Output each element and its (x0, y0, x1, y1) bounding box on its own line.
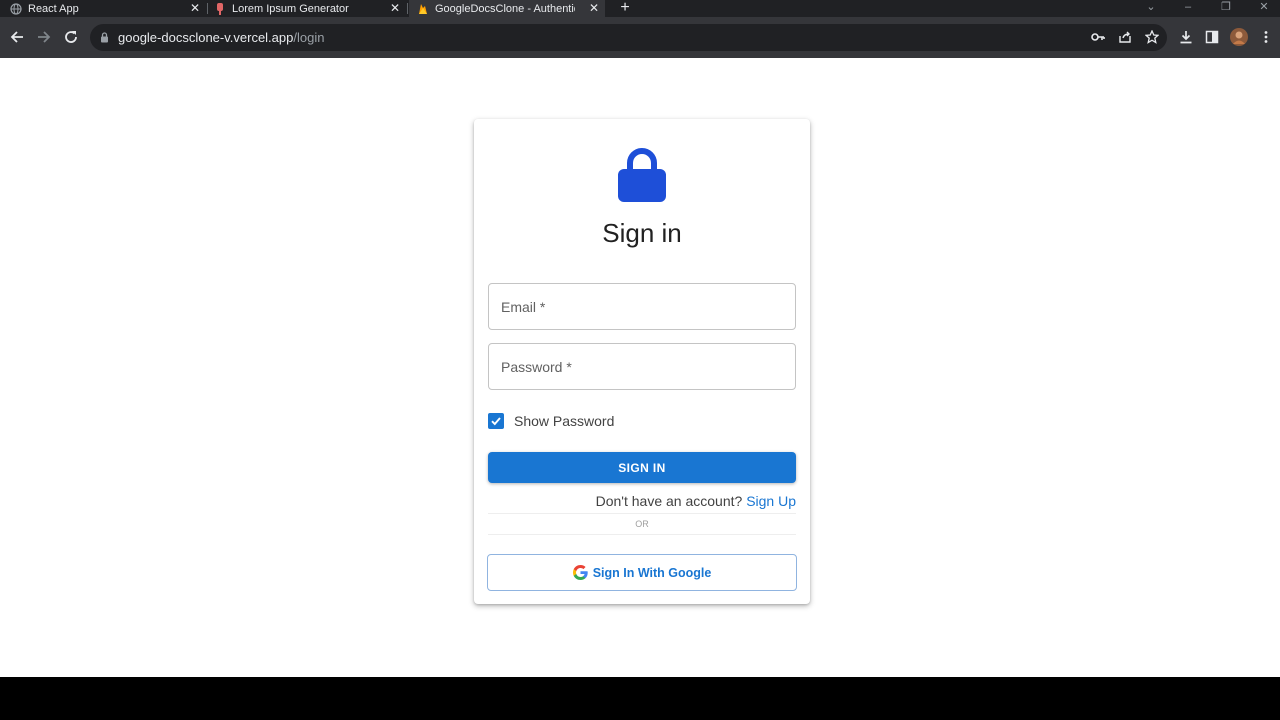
checkmark-icon (491, 417, 501, 426)
lock-icon (101, 32, 108, 43)
browser-tab-strip: React App ✕ Lorem Ipsum Generator ✕ Goog… (0, 0, 1280, 17)
password-input[interactable] (489, 344, 795, 389)
google-sign-in-label: Sign In With Google (592, 565, 712, 580)
show-password-row: Show Password (488, 413, 614, 429)
tab-title: GoogleDocsClone - Authenticati (435, 2, 575, 15)
divider-top (488, 513, 796, 514)
tab-title: Lorem Ipsum Generator (232, 2, 349, 15)
sign-up-prompt: Don't have an account? Sign Up (596, 493, 796, 509)
url-path: /login (293, 30, 325, 45)
page-viewport: Sign in Show Password SIGN IN Don't have… (0, 58, 1280, 677)
sign-in-button[interactable]: SIGN IN (488, 452, 796, 483)
browser-menu-icon[interactable] (1257, 28, 1275, 46)
page-title: Sign in (602, 218, 682, 248)
side-panel-icon[interactable] (1203, 28, 1221, 46)
address-bar[interactable]: google-docsclone-v.vercel.app/login (90, 24, 1167, 51)
restore-icon[interactable]: ❐ (1214, 0, 1238, 17)
sign-up-link[interactable]: Sign Up (746, 493, 796, 509)
tab-search-icon[interactable]: ⌄ (1139, 0, 1163, 17)
window-close-icon[interactable]: ✕ (1252, 0, 1276, 17)
tab-close-icon[interactable]: ✕ (589, 1, 599, 15)
browser-tab-lorem-ipsum[interactable]: Lorem Ipsum Generator ✕ (214, 0, 406, 17)
email-field-container (488, 283, 796, 330)
url-host: google-docsclone-v.vercel.app (118, 30, 294, 45)
sign-in-card: Sign in Show Password SIGN IN Don't have… (474, 119, 810, 604)
key-icon[interactable] (1089, 28, 1107, 46)
url-text: google-docsclone-v.vercel.app/login (118, 30, 324, 45)
divider-bottom (488, 534, 796, 535)
minimize-icon[interactable]: – (1176, 0, 1200, 17)
firebase-icon (419, 3, 427, 14)
tab-separator (207, 3, 208, 14)
tab-title: React App (28, 2, 79, 15)
lorem-ipsum-icon (217, 2, 223, 15)
browser-tab-googledocsclone[interactable]: GoogleDocsClone - Authenticati ✕ (409, 0, 605, 17)
browser-toolbar: google-docsclone-v.vercel.app/login (0, 17, 1280, 58)
new-tab-button[interactable]: + (617, 0, 633, 17)
tab-separator (407, 3, 408, 14)
share-icon[interactable] (1116, 28, 1134, 46)
reload-icon[interactable] (61, 27, 81, 47)
google-logo-icon (572, 565, 588, 580)
tab-close-icon[interactable]: ✕ (190, 1, 200, 15)
password-field-container (488, 343, 796, 390)
globe-icon (10, 2, 22, 15)
or-separator: OR (635, 519, 649, 529)
email-input[interactable] (489, 284, 795, 329)
browser-tab-react-app[interactable]: React App ✕ (10, 0, 206, 17)
forward-icon[interactable] (34, 27, 54, 47)
download-icon[interactable] (1177, 28, 1195, 46)
profile-avatar-icon[interactable] (1230, 28, 1248, 46)
google-sign-in-button[interactable]: Sign In With Google (487, 554, 797, 591)
bookmark-star-icon[interactable] (1143, 28, 1161, 46)
tab-close-icon[interactable]: ✕ (390, 1, 400, 15)
show-password-checkbox[interactable] (488, 413, 504, 429)
screen-bottom-bar (0, 677, 1280, 720)
show-password-label[interactable]: Show Password (514, 413, 614, 429)
back-icon[interactable] (7, 27, 27, 47)
no-account-text: Don't have an account? (595, 493, 743, 509)
lock-icon (618, 148, 666, 202)
